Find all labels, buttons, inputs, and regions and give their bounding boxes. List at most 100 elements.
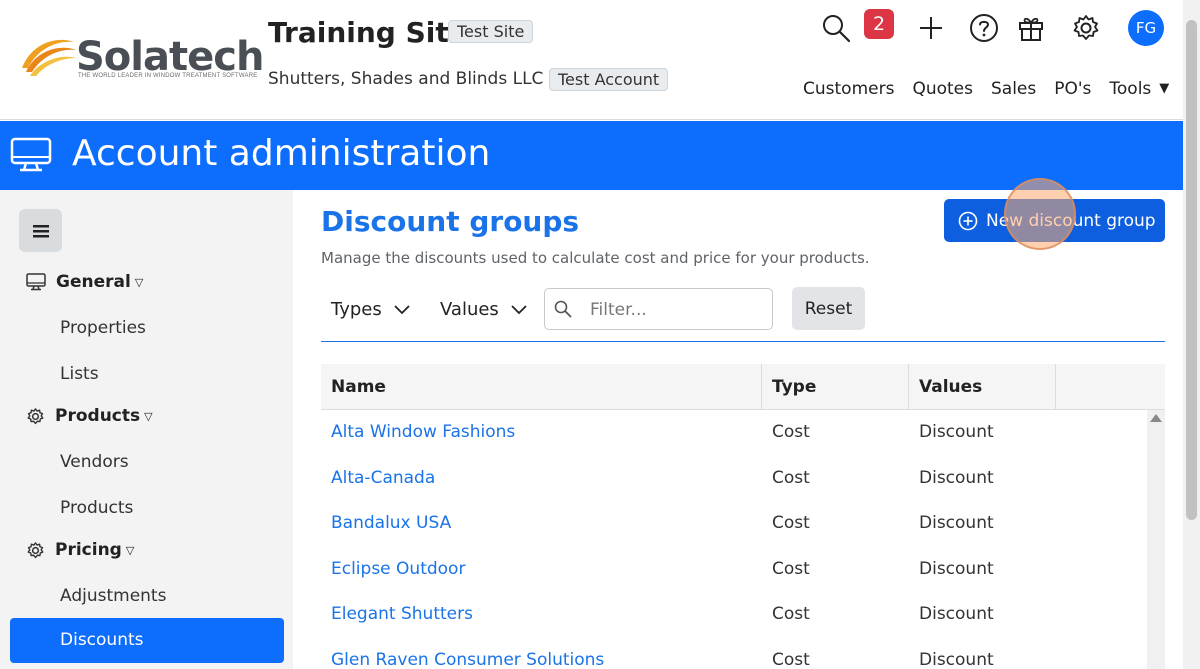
- sidebar-toggle-button[interactable]: [19, 209, 62, 252]
- sidebar-group-products-label: Products: [55, 406, 141, 426]
- plus-icon: [920, 17, 942, 39]
- table-row[interactable]: Alta-Canada Cost Discount: [321, 456, 1147, 501]
- nav-pos[interactable]: PO's: [1054, 79, 1091, 99]
- column-header-values-label: Values: [919, 377, 983, 397]
- sidebar-item-products[interactable]: Products: [60, 498, 133, 518]
- row-type: Cost: [772, 513, 810, 533]
- table-scrollbar[interactable]: [1147, 410, 1165, 669]
- reset-button[interactable]: Reset: [792, 287, 865, 330]
- nav-customers[interactable]: Customers: [803, 79, 894, 99]
- row-name-link[interactable]: Alta-Canada: [331, 468, 435, 488]
- caret-down-icon: ▽: [125, 543, 135, 557]
- row-type: Cost: [772, 468, 810, 488]
- sidebar-group-products[interactable]: Products ▽: [26, 406, 153, 426]
- nav-tools-label: Tools: [1109, 79, 1152, 99]
- section-title: Discount groups: [321, 205, 580, 238]
- help-icon: [970, 14, 998, 42]
- sidebar-item-adjustments[interactable]: Adjustments: [60, 586, 166, 606]
- table-header: Name Type Values: [321, 364, 1165, 410]
- help-button[interactable]: [966, 10, 1002, 46]
- gear-icon: [27, 407, 44, 424]
- add-button[interactable]: [913, 10, 949, 46]
- monitor-icon: [10, 137, 52, 172]
- types-filter-label: Types: [331, 299, 382, 320]
- page-scrollbar-thumb[interactable]: [1186, 20, 1197, 520]
- account-badge: Test Account: [549, 68, 669, 91]
- table-row[interactable]: Alta Window Fashions Cost Discount: [321, 410, 1147, 455]
- nav-quotes[interactable]: Quotes: [912, 79, 973, 99]
- table-row[interactable]: Eclipse Outdoor Cost Discount: [321, 547, 1147, 592]
- search-button[interactable]: [818, 10, 854, 46]
- gear-icon: [27, 541, 44, 558]
- row-value: Discount: [919, 468, 994, 488]
- caret-down-icon: ▼: [1159, 81, 1170, 96]
- table-row[interactable]: Elegant Shutters Cost Discount: [321, 592, 1147, 637]
- column-header-name[interactable]: Name: [321, 364, 762, 410]
- row-name-link[interactable]: Alta Window Fashions: [331, 422, 515, 442]
- chevron-down-icon: [511, 304, 527, 314]
- sidebar-item-properties[interactable]: Properties: [60, 318, 146, 338]
- monitor-icon: [26, 273, 46, 291]
- search-icon: [823, 15, 851, 43]
- scroll-up-arrow-icon[interactable]: [1150, 414, 1162, 422]
- plus-circle-icon: [958, 211, 978, 230]
- company-logo[interactable]: Solatech THE WORLD LEADER IN WINDOW TREA…: [18, 34, 264, 84]
- chevron-down-icon: [394, 304, 410, 314]
- sidebar-item-lists[interactable]: Lists: [60, 364, 99, 384]
- page-scrollbar[interactable]: [1183, 0, 1200, 669]
- sidebar-group-pricing-label: Pricing: [55, 540, 122, 560]
- site-badge: Test Site: [448, 20, 534, 43]
- row-type: Cost: [772, 422, 810, 442]
- sidebar-group-general[interactable]: General ▽: [26, 272, 143, 292]
- sidebar-item-discounts-label: Discounts: [60, 630, 144, 650]
- column-header-values[interactable]: Values: [909, 364, 1056, 410]
- section-subtitle: Manage the discounts used to calculate c…: [321, 249, 870, 267]
- logo-swoosh-icon: [22, 39, 76, 76]
- filter-divider: [321, 341, 1165, 342]
- sidebar-item-discounts[interactable]: Discounts: [10, 618, 284, 663]
- row-name-link[interactable]: Elegant Shutters: [331, 604, 473, 624]
- sidebar-group-general-label: General: [56, 272, 131, 292]
- caret-down-icon: ▽: [134, 275, 144, 289]
- row-name-link[interactable]: Bandalux USA: [331, 513, 451, 533]
- notification-badge[interactable]: 2: [864, 9, 894, 39]
- logo-tagline: THE WORLD LEADER IN WINDOW TREATMENT SOF…: [78, 73, 258, 79]
- user-avatar[interactable]: FG: [1128, 10, 1164, 46]
- caret-down-icon: ▽: [144, 409, 153, 423]
- new-discount-group-label: New discount group: [986, 210, 1156, 231]
- gift-icon: [1019, 17, 1043, 41]
- nav-tools[interactable]: Tools ▼: [1109, 79, 1169, 99]
- whats-new-button[interactable]: [1013, 10, 1049, 46]
- row-name-link[interactable]: Glen Raven Consumer Solutions: [331, 650, 604, 669]
- search-icon: [554, 300, 572, 318]
- top-nav: Customers Quotes Sales PO's Tools ▼: [803, 79, 1169, 99]
- sidebar: General ▽ Properties Lists Products ▽ Ve…: [0, 190, 293, 669]
- row-value: Discount: [919, 422, 994, 442]
- column-header-name-label: Name: [331, 377, 386, 397]
- top-header: Solatech THE WORLD LEADER IN WINDOW TREA…: [0, 0, 1183, 120]
- values-filter-label: Values: [440, 299, 499, 320]
- sidebar-group-pricing[interactable]: Pricing ▽: [26, 540, 134, 560]
- row-value: Discount: [919, 650, 994, 669]
- row-value: Discount: [919, 559, 994, 579]
- site-title: Training Site: [268, 16, 468, 49]
- row-name-link[interactable]: Eclipse Outdoor: [331, 559, 465, 579]
- values-filter-dropdown[interactable]: Values: [440, 299, 527, 320]
- table-row[interactable]: Bandalux USA Cost Discount: [321, 501, 1147, 546]
- filter-input[interactable]: [590, 298, 760, 322]
- table-row[interactable]: Glen Raven Consumer Solutions Cost Disco…: [321, 638, 1147, 669]
- sidebar-item-vendors[interactable]: Vendors: [60, 452, 129, 472]
- page-banner: Account administration: [0, 121, 1183, 190]
- column-header-type[interactable]: Type: [762, 364, 909, 410]
- row-type: Cost: [772, 604, 810, 624]
- types-filter-dropdown[interactable]: Types: [331, 299, 410, 320]
- company-name: Shutters, Shades and Blinds LLC: [268, 69, 544, 89]
- settings-button[interactable]: [1068, 10, 1104, 46]
- row-value: Discount: [919, 604, 994, 624]
- new-discount-group-button[interactable]: New discount group: [944, 199, 1165, 242]
- row-type: Cost: [772, 559, 810, 579]
- nav-sales[interactable]: Sales: [991, 79, 1036, 99]
- page-title: Account administration: [72, 133, 491, 174]
- hamburger-icon: [32, 224, 49, 237]
- filter-search-box[interactable]: [544, 288, 773, 330]
